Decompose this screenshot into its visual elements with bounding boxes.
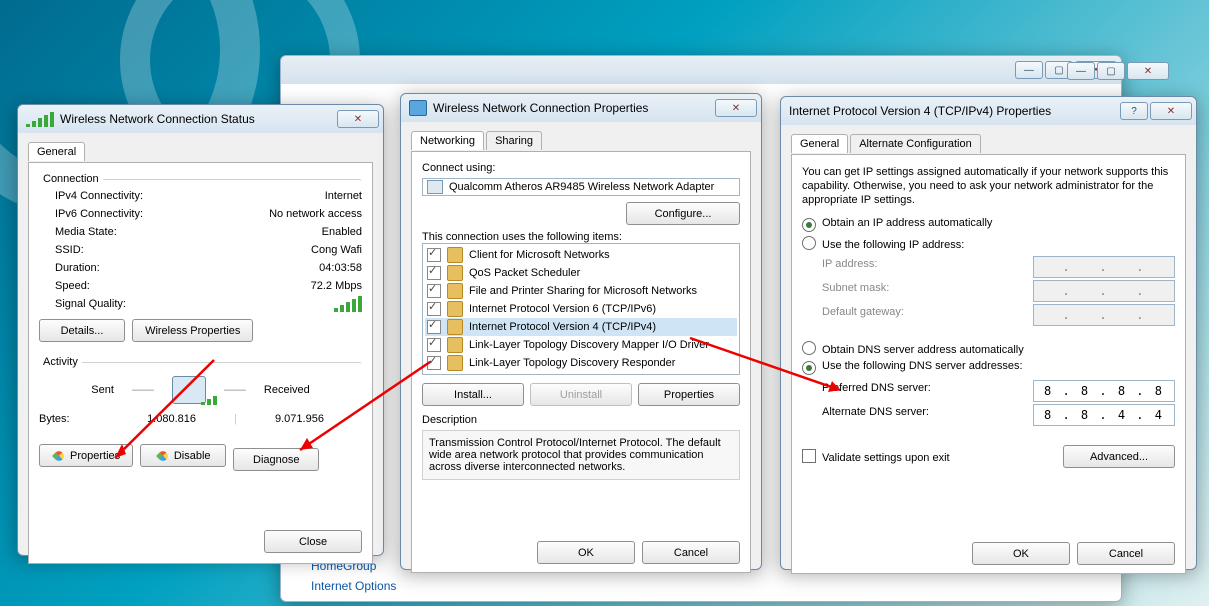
network-item[interactable]: Link-Layer Topology Discovery Mapper I/O… [425,336,737,354]
tab-networking[interactable]: Networking [411,131,484,150]
qos-icon [447,265,463,281]
bytes-received-value: 9.071.956 [237,411,362,427]
alternate-dns-field[interactable]: 8 . 8 . 4 . 4 [1033,404,1175,426]
intro-text: You can get IP settings assigned automat… [802,165,1175,207]
lltd-icon [447,337,463,353]
wireless-status-window: Wireless Network Connection Status ✕ Gen… [17,104,384,556]
win1-close-button[interactable]: ✕ [337,110,379,128]
ok-button[interactable]: OK [537,541,635,564]
ipv4-properties-window: Internet Protocol Version 4 (TCP/IPv4) P… [780,96,1197,570]
details-button[interactable]: Details... [39,319,125,342]
tab-sharing[interactable]: Sharing [486,131,542,150]
win3-help-button[interactable]: ? [1120,102,1148,120]
checkbox-icon[interactable] [427,266,441,280]
configure-button[interactable]: Configure... [626,202,740,225]
description-box: Transmission Control Protocol/Internet P… [422,430,740,480]
checkbox-icon[interactable] [427,338,441,352]
activity-group: Activity Sent —— —— Received Bytes: 1.08… [39,356,362,434]
install-button[interactable]: Install... [422,383,524,406]
adapter-icon [427,180,443,194]
radio-use-dns[interactable]: Use the following DNS server addresses: [802,360,1023,375]
bytes-sent-value: 1.080.816 [109,411,234,427]
network-item[interactable]: QoS Packet Scheduler [425,264,737,282]
cancel-button[interactable]: Cancel [642,541,740,564]
preferred-dns-field[interactable]: 8 . 8 . 8 . 8 [1033,380,1175,402]
outer-min-button[interactable]: — [1067,62,1095,80]
wireless-properties-button[interactable]: Wireless Properties [132,319,253,342]
item-properties-button[interactable]: Properties [638,383,740,406]
monitor-icon [172,376,206,404]
tab-general[interactable]: General [28,142,85,161]
protocol-icon [447,319,463,335]
network-item[interactable]: Client for Microsoft Networks [425,246,737,264]
win3-title: Internet Protocol Version 4 (TCP/IPv4) P… [789,104,1120,118]
advanced-button[interactable]: Advanced... [1063,445,1175,468]
checkbox-icon[interactable] [427,320,441,334]
network-item[interactable]: File and Printer Sharing for Microsoft N… [425,282,737,300]
checkbox-icon[interactable] [427,284,441,298]
checkbox-icon[interactable] [427,302,441,316]
shield-icon [52,449,66,463]
outer-close-button[interactable]: ✕ [1127,62,1169,80]
client-icon [447,247,463,263]
signal-icon [26,111,54,127]
internet-options-link[interactable]: Internet Options [311,579,396,593]
bg-min-button[interactable]: — [1015,61,1043,79]
win3-close-button[interactable]: ✕ [1150,102,1192,120]
checkbox-icon[interactable] [427,356,441,370]
network-icon [409,100,427,116]
network-item[interactable]: Internet Protocol Version 4 (TCP/IPv4) [425,318,737,336]
diagnose-button[interactable]: Diagnose [233,448,319,471]
disable-button[interactable]: Disable [140,444,226,467]
cancel-button[interactable]: Cancel [1077,542,1175,565]
tab-general-ipv4[interactable]: General [791,134,848,153]
default-gateway-field: . . . [1033,304,1175,326]
network-items-list[interactable]: Client for Microsoft NetworksQoS Packet … [422,243,740,375]
win2-close-button[interactable]: ✕ [715,99,757,117]
win2-title: Wireless Network Connection Properties [433,101,715,115]
signal-quality-icon [334,296,362,312]
lltd-icon [447,355,463,371]
checkbox-icon[interactable] [427,248,441,262]
ok-button[interactable]: OK [972,542,1070,565]
radio-obtain-ip-auto[interactable]: Obtain an IP address automatically [802,217,992,229]
fps-icon [447,283,463,299]
outer-max-button[interactable]: ▢ [1097,62,1125,80]
connection-properties-window: Wireless Network Connection Properties ✕… [400,93,762,570]
uninstall-button: Uninstall [530,383,632,406]
tab-alternate-config[interactable]: Alternate Configuration [850,134,981,153]
network-item[interactable]: Internet Protocol Version 6 (TCP/IPv6) [425,300,737,318]
subnet-mask-field: . . . [1033,280,1175,302]
validate-checkbox[interactable]: Validate settings upon exit [802,449,950,464]
adapter-field[interactable]: Qualcomm Atheros AR9485 Wireless Network… [422,178,740,196]
network-item[interactable]: Link-Layer Topology Discovery Responder [425,354,737,372]
connection-group: Connection IPv4 Connectivity:Internet IP… [39,173,362,348]
protocol-icon [447,301,463,317]
radio-use-ip[interactable]: Use the following IP address: [802,236,964,251]
properties-button[interactable]: Properties [39,444,133,467]
shield-icon [156,449,170,463]
radio-obtain-dns-auto[interactable]: Obtain DNS server address automatically [802,344,1024,356]
close-button[interactable]: Close [264,530,362,553]
win1-title: Wireless Network Connection Status [60,112,337,126]
ip-address-field: . . . [1033,256,1175,278]
